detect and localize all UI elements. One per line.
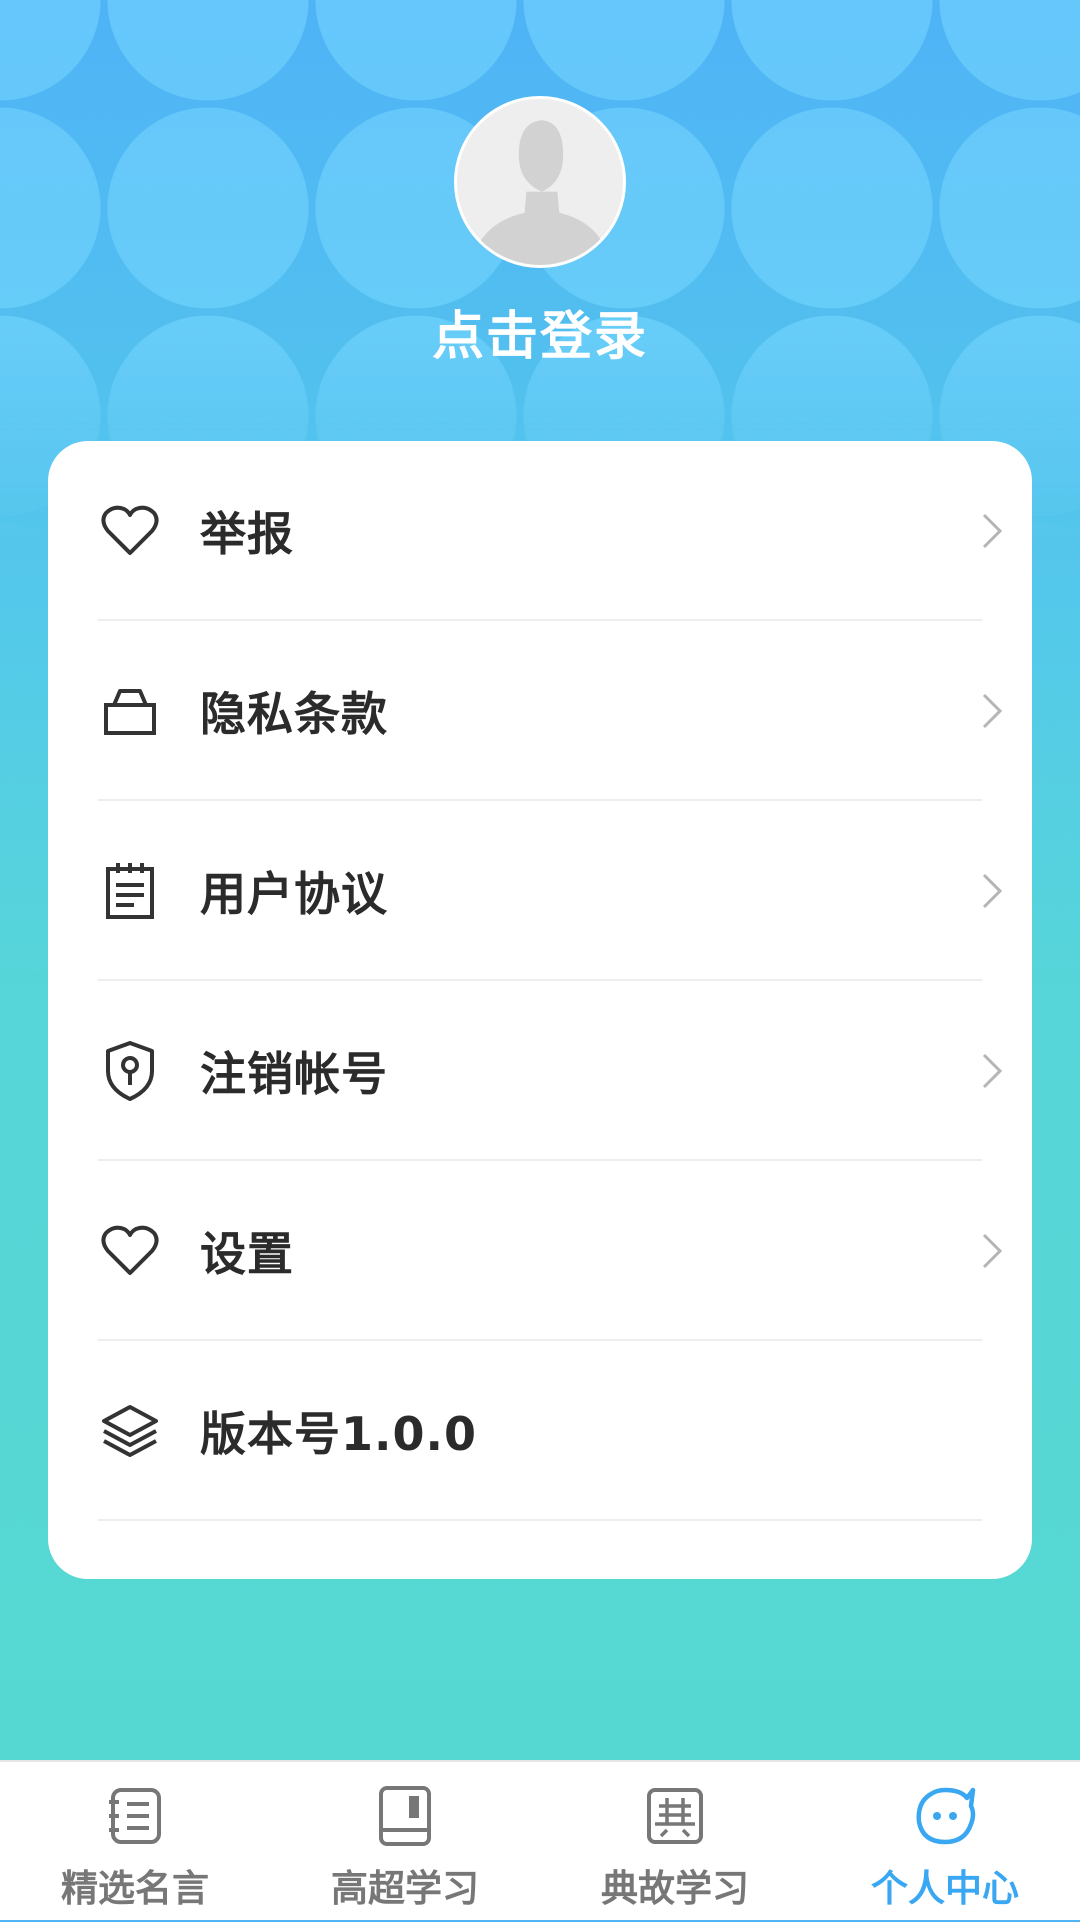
menu-item-label: 隐私条款	[200, 687, 388, 741]
menu-item-label: 举报	[200, 507, 294, 561]
face-bubble-icon	[916, 1787, 976, 1845]
notepad-icon	[98, 859, 162, 923]
menu-item-label: 注销帐号	[200, 1047, 388, 1101]
menu-item-delete-account[interactable]: 注销帐号	[98, 981, 1030, 1161]
heart-icon	[98, 499, 162, 563]
notebook-icon	[109, 1788, 161, 1844]
menu-item-label: 用户协议	[200, 867, 388, 921]
layers-icon	[98, 1399, 162, 1463]
login-prompt[interactable]: 点击登录	[0, 294, 1080, 369]
book-icon	[379, 1786, 431, 1846]
divider	[98, 1519, 982, 1521]
menu-item-label: 设置	[200, 1227, 294, 1281]
tab-label: 典故学习	[601, 1867, 749, 1910]
menu-item-privacy[interactable]: 隐私条款	[98, 621, 1030, 801]
tab-profile[interactable]: 个人中心	[810, 1762, 1080, 1922]
chevron-right-icon	[982, 513, 1003, 549]
bottom-tab-bar: 精选名言 高超学习 典故学习 个人中心	[0, 1760, 1080, 1920]
heart-icon	[98, 1219, 162, 1283]
chevron-right-icon	[982, 1233, 1003, 1269]
menu-item-report[interactable]: 举报	[98, 441, 1030, 621]
dian-seal-icon	[647, 1788, 703, 1844]
default-avatar-icon	[457, 99, 623, 265]
shield-icon	[98, 1039, 162, 1103]
chevron-right-icon	[982, 873, 1003, 909]
tab-allusion-study[interactable]: 典故学习	[540, 1762, 810, 1922]
menu-card: 举报 隐私条款 用户协议 注销帐号 设置 版本号1.0.0	[48, 441, 1032, 1579]
menu-item-user-agreement[interactable]: 用户协议	[98, 801, 1030, 981]
avatar[interactable]	[454, 96, 626, 268]
chevron-right-icon	[982, 693, 1003, 729]
menu-item-version: 版本号1.0.0	[98, 1341, 1030, 1521]
tab-advanced-study[interactable]: 高超学习	[270, 1762, 540, 1922]
version-label: 版本号1.0.0	[200, 1407, 477, 1461]
tab-label: 个人中心	[871, 1867, 1019, 1910]
menu-item-settings[interactable]: 设置	[98, 1161, 1030, 1341]
bag-icon	[98, 679, 162, 743]
tab-quotes[interactable]: 精选名言	[0, 1762, 270, 1922]
tab-label: 精选名言	[61, 1867, 209, 1910]
tab-label: 高超学习	[331, 1867, 479, 1910]
chevron-right-icon	[982, 1053, 1003, 1089]
